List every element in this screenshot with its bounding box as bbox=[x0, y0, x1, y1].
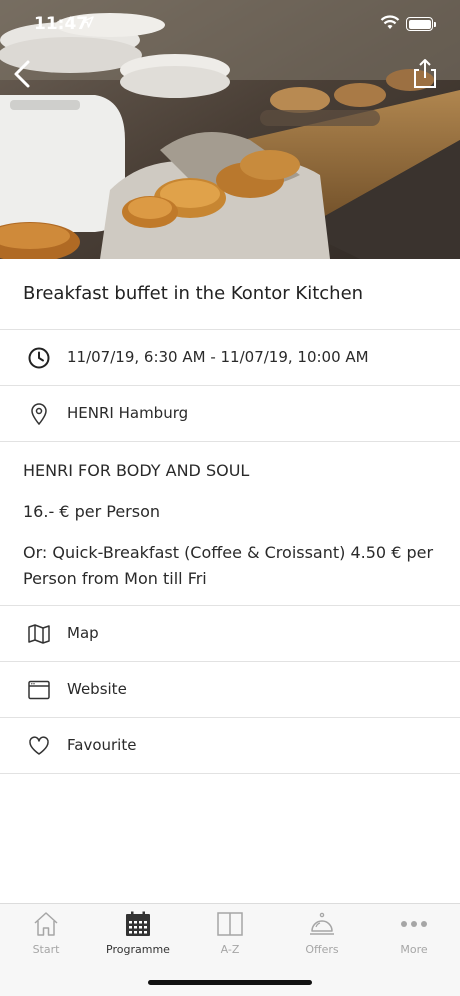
tab-a-z[interactable]: A-Z bbox=[184, 904, 276, 964]
battery-icon bbox=[406, 17, 436, 31]
share-icon bbox=[414, 59, 436, 88]
location-arrow-icon bbox=[82, 16, 94, 28]
back-button[interactable] bbox=[8, 56, 38, 92]
service-bell-icon bbox=[310, 912, 334, 935]
book-icon bbox=[217, 912, 243, 936]
hero-image: 11:47 bbox=[0, 0, 460, 259]
tab-start-label: Start bbox=[32, 943, 60, 956]
event-datetime-row: 11/07/19, 6:30 AM - 11/07/19, 10:00 AM bbox=[0, 330, 460, 385]
clock-icon bbox=[28, 347, 50, 369]
website-row[interactable]: Website bbox=[0, 662, 460, 717]
tab-programme-label: Programme bbox=[106, 943, 170, 956]
location-pin-icon bbox=[31, 403, 47, 426]
favourite-row[interactable]: Favourite bbox=[0, 718, 460, 773]
home-icon bbox=[34, 912, 58, 936]
divider bbox=[0, 441, 460, 442]
description-price: 16.- € per Person bbox=[23, 502, 160, 521]
event-title: Breakfast buffet in the Kontor Kitchen bbox=[23, 283, 364, 304]
wifi-icon bbox=[380, 15, 400, 29]
map-icon bbox=[28, 624, 50, 644]
home-indicator bbox=[148, 980, 312, 985]
tab-start[interactable]: Start bbox=[0, 904, 92, 964]
tab-a-z-label: A-Z bbox=[220, 943, 240, 956]
favourite-label: Favourite bbox=[67, 736, 137, 754]
browser-window-icon bbox=[28, 680, 50, 700]
heart-icon bbox=[29, 736, 49, 755]
tab-more[interactable]: More bbox=[368, 904, 460, 964]
more-dots-icon bbox=[401, 921, 427, 927]
event-datetime: 11/07/19, 6:30 AM - 11/07/19, 10:00 AM bbox=[67, 348, 369, 366]
chevron-left-icon bbox=[14, 60, 30, 88]
divider bbox=[0, 773, 460, 774]
calendar-icon bbox=[126, 911, 150, 936]
map-row[interactable]: Map bbox=[0, 606, 460, 661]
tab-offers-label: Offers bbox=[305, 943, 339, 956]
map-label: Map bbox=[67, 624, 99, 642]
status-bar: 11:47 bbox=[0, 0, 460, 50]
event-location: HENRI Hamburg bbox=[67, 404, 189, 422]
tab-more-label: More bbox=[400, 943, 428, 956]
tab-offers[interactable]: Offers bbox=[276, 904, 368, 964]
description-quick-breakfast: Or: Quick-Breakfast (Coffee & Croissant)… bbox=[23, 543, 434, 588]
status-time: 11:47 bbox=[34, 14, 89, 34]
description-heading: HENRI FOR BODY AND SOUL bbox=[23, 461, 250, 480]
tab-programme[interactable]: Programme bbox=[92, 904, 184, 964]
share-button[interactable] bbox=[408, 56, 442, 92]
website-label: Website bbox=[67, 680, 127, 698]
event-location-row[interactable]: HENRI Hamburg bbox=[0, 386, 460, 441]
